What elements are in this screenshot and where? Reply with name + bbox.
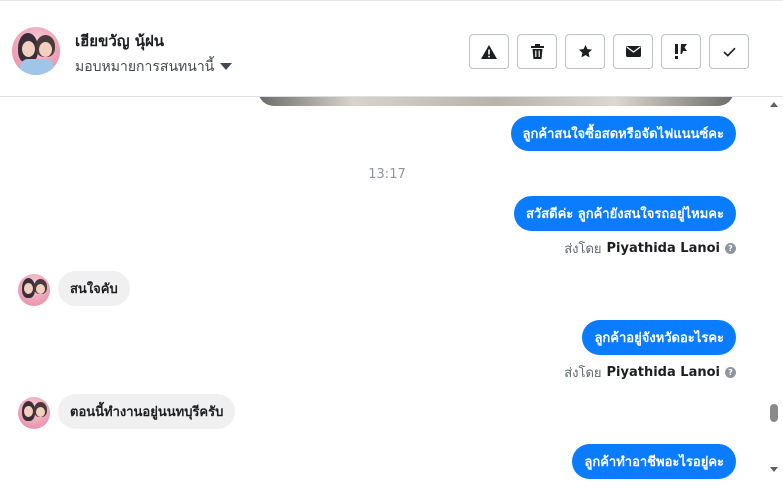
message-thread[interactable]: ลูกค้าสนใจซื้อสดหรือจัดไฟแนนซ์คะ 13:17 ส… bbox=[0, 97, 766, 490]
message-text: ตอนนี้ทำงานอยู่นนทบุรีครับ bbox=[70, 405, 224, 420]
sender-name: Piyathida Lanoi bbox=[606, 365, 720, 380]
message-timestamp: 13:17 bbox=[368, 167, 406, 182]
incoming-message[interactable]: สนใจคับ bbox=[58, 271, 130, 306]
trash-icon bbox=[530, 44, 544, 59]
exclamation-flag-icon bbox=[675, 44, 687, 59]
thread-scrollbar[interactable] bbox=[766, 97, 783, 490]
message-text: ลูกค้าทำอาชีพอะไรอยู่คะ bbox=[584, 455, 724, 470]
follow-up-button[interactable] bbox=[661, 34, 701, 69]
sent-by-prefix: ส่งโดย bbox=[564, 366, 602, 381]
warning-icon bbox=[481, 44, 497, 59]
message-text: ลูกค้าสนใจซื้อสดหรือจัดไฟแนนซ์คะ bbox=[522, 127, 724, 142]
sent-by-label: ส่งโดย Piyathida Lanoi ? bbox=[564, 362, 736, 383]
outgoing-message[interactable]: ลูกค้าสนใจซื้อสดหรือจัดไฟแนนซ์คะ bbox=[510, 116, 736, 151]
star-icon bbox=[578, 44, 592, 58]
message-text: ลูกค้าอยู่จังหวัดอะไรคะ bbox=[594, 331, 724, 346]
outgoing-message[interactable]: ลูกค้าอยู่จังหวัดอะไรคะ bbox=[582, 320, 736, 355]
sent-by-prefix: ส่งโดย bbox=[564, 242, 602, 257]
envelope-icon bbox=[625, 46, 641, 57]
contact-avatar[interactable] bbox=[12, 27, 60, 75]
message-text: สนใจคับ bbox=[70, 282, 118, 297]
incoming-message[interactable]: ตอนนี้ทำงานอยู่นนทบุรีครับ bbox=[58, 394, 236, 429]
outgoing-message[interactable]: สวัสดีค่ะ ลูกค้ายังสนใจรถอยู่ไหมคะ bbox=[513, 196, 736, 231]
conversation-toolbar bbox=[469, 34, 749, 69]
checkmark-icon bbox=[722, 47, 736, 57]
sender-name: Piyathida Lanoi bbox=[606, 241, 720, 256]
conversation-header: เฮียขวัญ นุ้ฝน มอบหมายการสนทนานี้ bbox=[0, 0, 783, 97]
info-icon[interactable]: ? bbox=[725, 367, 736, 378]
info-icon[interactable]: ? bbox=[725, 243, 736, 254]
scroll-down-arrow-icon[interactable] bbox=[770, 467, 778, 472]
scroll-up-arrow-icon[interactable] bbox=[770, 102, 778, 107]
shared-photo[interactable] bbox=[258, 97, 734, 106]
contact-avatar-small[interactable] bbox=[18, 274, 50, 306]
contact-avatar-small[interactable] bbox=[18, 397, 50, 429]
messenger-conversation-window: เฮียขวัญ นุ้ฝน มอบหมายการสนทนานี้ ลูกค้า… bbox=[0, 0, 783, 490]
contact-name[interactable]: เฮียขวัญ นุ้ฝน bbox=[75, 29, 164, 53]
message-text: สวัสดีค่ะ ลูกค้ายังสนใจรถอยู่ไหมคะ bbox=[525, 207, 724, 222]
chevron-down-icon bbox=[220, 62, 233, 70]
report-spam-button[interactable] bbox=[469, 34, 509, 69]
mark-unread-button[interactable] bbox=[613, 34, 653, 69]
mark-done-button[interactable] bbox=[709, 34, 749, 69]
star-button[interactable] bbox=[565, 34, 605, 69]
sent-by-label: ส่งโดย Piyathida Lanoi ? bbox=[564, 238, 736, 259]
assign-conversation-dropdown[interactable]: มอบหมายการสนทนานี้ bbox=[75, 56, 233, 78]
delete-button[interactable] bbox=[517, 34, 557, 69]
scrollbar-thumb[interactable] bbox=[770, 404, 778, 422]
assign-label: มอบหมายการสนทนานี้ bbox=[75, 59, 215, 75]
outgoing-message[interactable]: ลูกค้าทำอาชีพอะไรอยู่คะ bbox=[572, 444, 736, 479]
